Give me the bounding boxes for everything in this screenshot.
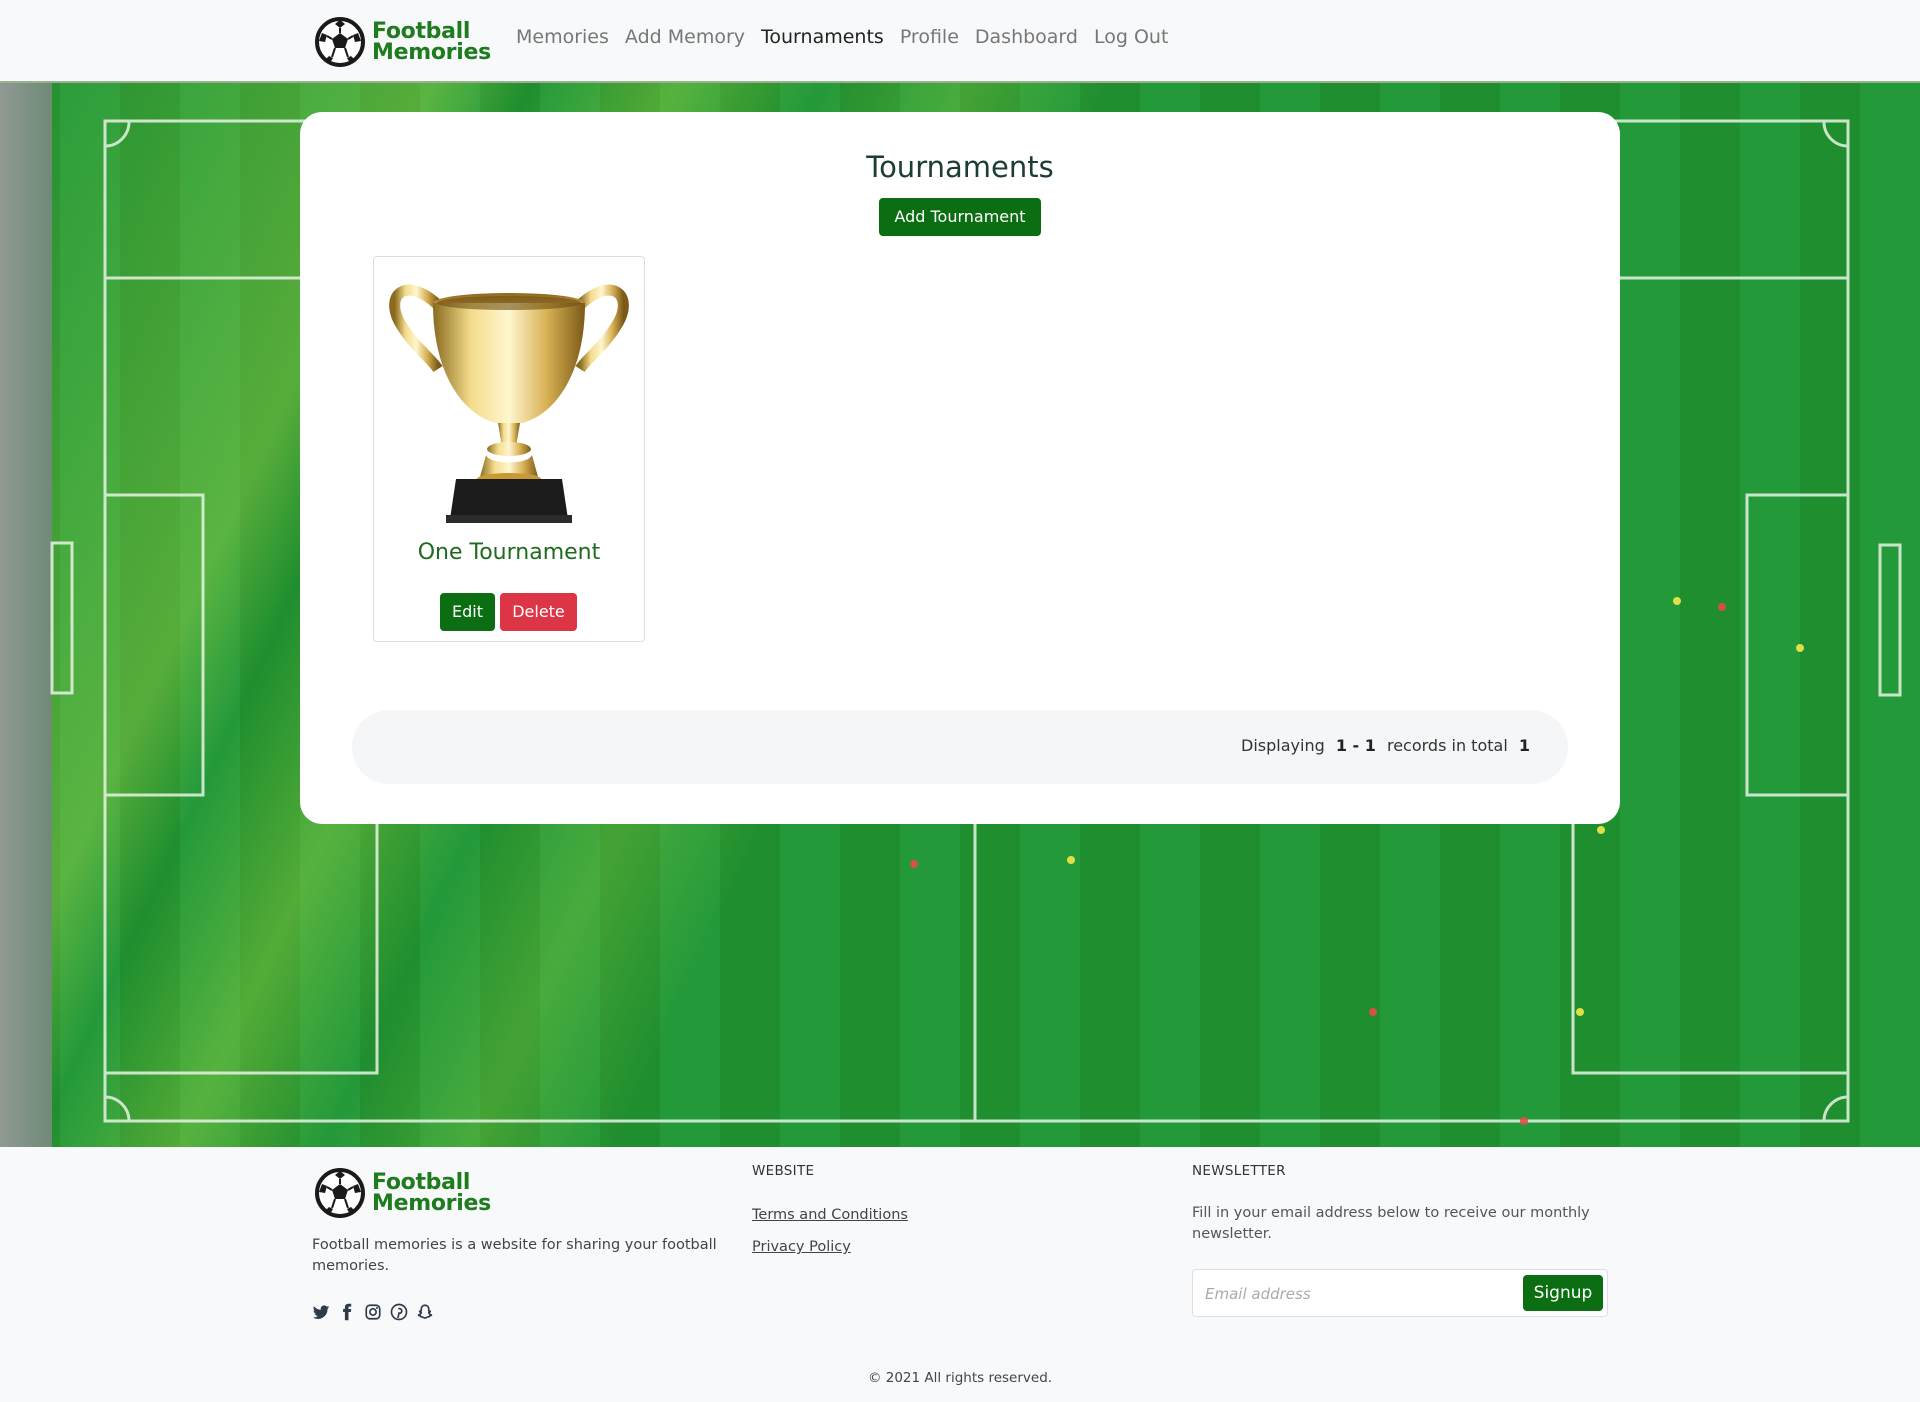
nav-link-profile[interactable]: Profile <box>900 26 959 48</box>
tournament-card[interactable]: One Tournament Edit Delete <box>373 256 645 642</box>
footer-website-title: WEBSITE <box>752 1163 815 1179</box>
instagram-icon[interactable] <box>364 1303 382 1321</box>
soccer-ball-icon <box>315 1168 365 1218</box>
soccer-ball-icon <box>315 17 365 67</box>
tournament-name[interactable]: One Tournament <box>374 540 644 565</box>
twitter-icon[interactable] <box>312 1303 330 1321</box>
nav-link-tournaments[interactable]: Tournaments <box>761 26 884 48</box>
nav-link-memories[interactable]: Memories <box>516 26 609 48</box>
add-tournament-button[interactable]: Add Tournament <box>879 198 1041 236</box>
newsletter-signup-button[interactable]: Signup <box>1523 1275 1603 1311</box>
top-navbar: Football Memories Memories Add Memory To… <box>0 0 1920 83</box>
nav-link-add-memory[interactable]: Add Memory <box>625 26 745 48</box>
brand-name-line1: Football <box>372 19 471 44</box>
facebook-icon[interactable] <box>338 1303 356 1321</box>
pagination-total: 1 <box>1518 736 1530 755</box>
footer-brand-name: Football Memories <box>372 1170 491 1216</box>
nav-links: Memories Add Memory Tournaments Profile … <box>516 26 1184 48</box>
brand-logo[interactable]: Football Memories <box>314 16 491 68</box>
privacy-link[interactable]: Privacy Policy <box>752 1239 851 1255</box>
footer-description: Football memories is a website for shari… <box>312 1237 717 1274</box>
terms-link[interactable]: Terms and Conditions <box>752 1207 908 1223</box>
nav-link-log-out[interactable]: Log Out <box>1094 26 1168 48</box>
footer-brand-line2: Memories <box>372 1191 491 1216</box>
nav-link-dashboard[interactable]: Dashboard <box>975 26 1078 48</box>
pagination-bar: Displaying 1 - 1 records in total 1 <box>352 710 1568 784</box>
footer-brand-line1: Football <box>372 1170 471 1195</box>
newsletter-description: Fill in your email address below to rece… <box>1192 1205 1590 1242</box>
pagination-prefix: Displaying <box>1241 736 1325 755</box>
social-links <box>312 1303 442 1321</box>
footer-brand-logo[interactable]: Football Memories <box>314 1167 491 1219</box>
page-title: Tournaments <box>866 150 1054 184</box>
copyright-text: © 2021 All rights reserved. <box>867 1370 1053 1386</box>
newsletter-form: Signup <box>1192 1269 1608 1317</box>
brand-name-line2: Memories <box>372 40 491 65</box>
pagination-range: 1 - 1 <box>1335 736 1376 755</box>
snapchat-icon[interactable] <box>416 1303 434 1321</box>
newsletter-email-input[interactable] <box>1203 1278 1497 1310</box>
footer-newsletter-title: NEWSLETTER <box>1192 1163 1286 1179</box>
trophy-image <box>389 284 629 523</box>
brand-name: Football Memories <box>372 19 491 65</box>
tournaments-panel: Tournaments Add Tournament One Tournamen… <box>300 112 1620 824</box>
edit-tournament-button[interactable]: Edit <box>440 593 495 631</box>
pagination-summary: Displaying 1 - 1 records in total 1 <box>1241 736 1536 755</box>
delete-tournament-button[interactable]: Delete <box>500 593 577 631</box>
pinterest-icon[interactable] <box>390 1303 408 1321</box>
site-footer: Football Memories Football memories is a… <box>0 1147 1920 1402</box>
pagination-middle: records in total <box>1386 736 1508 755</box>
